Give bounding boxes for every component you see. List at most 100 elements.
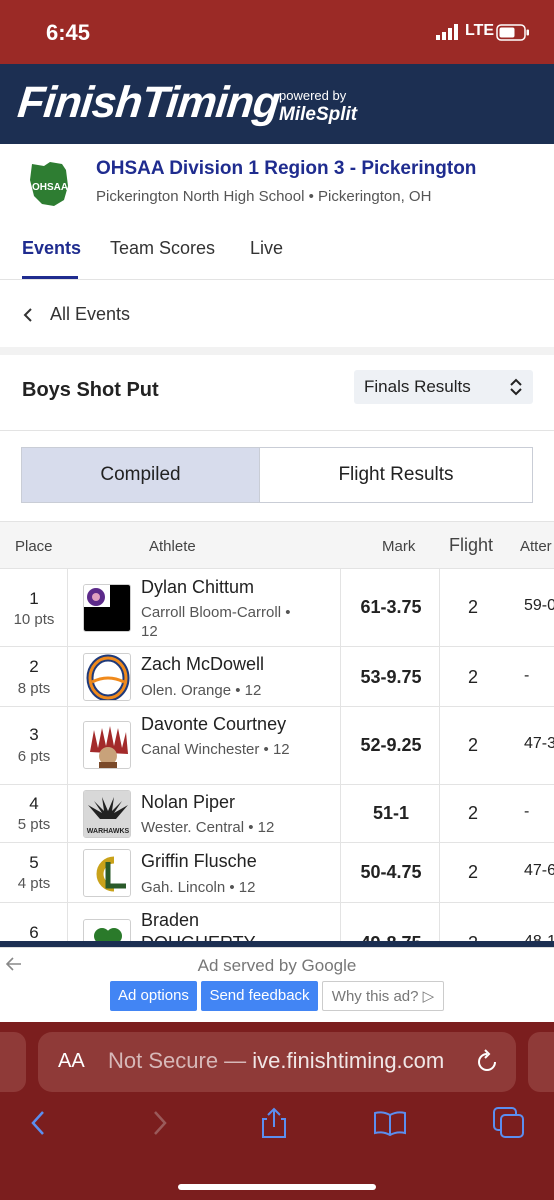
flight-results-button[interactable]: Flight Results xyxy=(259,448,532,502)
row-attempt: - xyxy=(524,803,530,820)
athlete-name[interactable]: Dylan Chittum xyxy=(141,577,254,598)
compiled-button[interactable]: Compiled xyxy=(22,448,259,502)
round-select[interactable]: Finals Results xyxy=(354,370,533,404)
event-name: Boys Shot Put xyxy=(22,379,159,401)
header-place[interactable]: Place xyxy=(15,538,53,555)
olentangy-orange-logo-icon xyxy=(86,654,130,700)
team-logo xyxy=(83,653,131,701)
battery-icon xyxy=(496,24,529,41)
adchoices-icon: ▷ xyxy=(422,988,435,1005)
place-cell: 4 5 pts xyxy=(0,785,68,842)
team-logo xyxy=(83,919,131,941)
tab-team-scores[interactable]: Team Scores xyxy=(110,238,215,259)
signal-icon xyxy=(436,24,458,40)
place-cell: 2 8 pts xyxy=(0,647,68,706)
row-mark: 52-9.25 xyxy=(360,735,422,755)
row-flight: 2 xyxy=(467,803,478,823)
table-row[interactable]: 1 10 pts Dylan Chittum Carroll Bloom-Car… xyxy=(0,569,554,647)
mark-cell: 61-3.75 xyxy=(340,569,440,646)
athlete-name[interactable]: Nolan Piper xyxy=(141,792,235,813)
row-attempt: - xyxy=(524,667,530,684)
header-flight[interactable]: Flight xyxy=(449,535,493,556)
results-table: Place Athlete Mark Flight Atter 1 10 pts xyxy=(0,521,554,941)
table-row[interactable]: 3 6 pts Davonte Courtney Canal Wincheste… xyxy=(0,707,554,785)
row-place: 2 xyxy=(29,657,39,676)
row-place: 4 xyxy=(29,794,39,813)
tab-events[interactable]: Events xyxy=(22,238,81,259)
place-cell: 6 xyxy=(0,903,68,941)
row-mark: 53-9.75 xyxy=(360,667,422,687)
forward-icon[interactable] xyxy=(142,1106,176,1140)
next-tab-peek[interactable] xyxy=(528,1032,554,1092)
athlete-team: Carroll Bloom-Carroll • 12 xyxy=(141,604,291,640)
why-this-ad-button[interactable]: Why this ad? ▷ xyxy=(322,981,444,1011)
header-athlete[interactable]: Athlete xyxy=(149,538,196,555)
place-cell: 5 4 pts xyxy=(0,843,68,902)
row-flight: 2 xyxy=(467,667,478,687)
meet-title[interactable]: OHSAA Division 1 Region 3 - Pickerington xyxy=(96,158,476,180)
table-row[interactable]: 4 5 pts WARHAWKS Nolan Piper Wester. Cen… xyxy=(0,785,554,843)
reader-options-button[interactable]: AA xyxy=(58,1050,85,1073)
athlete-name[interactable]: Zach McDowell xyxy=(141,654,264,675)
all-events-label: All Events xyxy=(50,304,131,324)
mark-cell: 52-9.25 xyxy=(340,707,440,784)
share-icon[interactable] xyxy=(257,1106,291,1140)
ohsaa-logo: OHSAA xyxy=(30,162,68,206)
bloom-carroll-logo-icon xyxy=(84,585,130,631)
row-attempt: 59-0 xyxy=(524,597,554,614)
row-mark: 51-1 xyxy=(372,803,410,823)
athlete-team: Olen. Orange • 12 xyxy=(141,682,262,699)
prev-tab-peek[interactable] xyxy=(0,1032,26,1092)
ad-options-button[interactable]: Ad options xyxy=(110,981,197,1011)
row-mark: 50-4.75 xyxy=(360,862,422,882)
chevron-left-icon xyxy=(23,308,32,322)
back-icon[interactable] xyxy=(22,1106,56,1140)
table-row[interactable]: 2 8 pts Zach McDowell Olen. Orange • 12 … xyxy=(0,647,554,707)
athlete-name-line2[interactable]: DOUGHERTY xyxy=(141,933,256,941)
team-logo xyxy=(83,584,131,632)
network-label: LTE xyxy=(465,22,495,39)
place-cell: 3 6 pts xyxy=(0,707,68,784)
why-this-ad-label: Why this ad? xyxy=(331,988,419,1005)
mark-cell: 49-8.75 xyxy=(340,903,440,941)
table-row[interactable]: 5 4 pts Griffin Flusche Gah. Lincoln • 1… xyxy=(0,843,554,903)
home-indicator xyxy=(178,1184,376,1190)
row-attempt: 47-6 xyxy=(524,862,554,879)
view-toggle: Compiled Flight Results xyxy=(21,447,533,503)
all-events-link[interactable]: All Events xyxy=(0,281,554,347)
row-attempt: 48-1 xyxy=(524,933,554,941)
milesplit-logo[interactable]: MileSplit xyxy=(279,104,357,126)
athlete-team: Wester. Central • 12 xyxy=(141,819,275,836)
send-feedback-button[interactable]: Send feedback xyxy=(201,981,318,1011)
row-place: 5 xyxy=(29,853,39,872)
row-place: 3 xyxy=(29,725,39,744)
header-attempts[interactable]: Atter xyxy=(520,538,552,555)
address-bar[interactable]: AA Not Secure — ive.finishtiming.com xyxy=(38,1032,516,1092)
athlete-team: Canal Winchester • 12 xyxy=(141,741,290,758)
mark-cell: 51-1 xyxy=(340,785,440,842)
place-cell: 1 10 pts xyxy=(0,569,68,646)
not-secure-label: Not Secure — xyxy=(108,1048,253,1073)
header-mark[interactable]: Mark xyxy=(382,538,415,555)
meet-header: OHSAA OHSAA Division 1 Region 3 - Picker… xyxy=(0,144,554,220)
team-logo: WARHAWKS xyxy=(83,790,131,838)
powered-by-label: powered by xyxy=(279,88,347,103)
reload-icon[interactable] xyxy=(474,1048,500,1076)
browser-chrome: AA Not Secure — ive.finishtiming.com xyxy=(0,1022,554,1200)
brand-header: FinishTiming powered by MileSplit xyxy=(0,64,554,144)
bookmarks-icon[interactable] xyxy=(373,1106,407,1140)
athlete-name[interactable]: Davonte Courtney xyxy=(141,714,286,735)
athlete-name[interactable]: Griffin Flusche xyxy=(141,851,257,872)
active-tab-indicator xyxy=(22,276,78,279)
row-points: 6 pts xyxy=(17,748,51,765)
row-place: 1 xyxy=(29,589,39,608)
round-select-value: Finals Results xyxy=(364,377,471,396)
google-ad-panel: Ad served by Google Ad options Send feed… xyxy=(0,947,554,1022)
tab-live[interactable]: Live xyxy=(250,238,283,259)
tabs-icon[interactable] xyxy=(492,1106,526,1140)
row-flight: 2 xyxy=(467,597,478,617)
athlete-name[interactable]: Braden xyxy=(141,910,199,931)
ad-served-by: Ad served by Google xyxy=(197,956,357,975)
finishtiming-logo[interactable]: FinishTiming xyxy=(15,78,281,128)
table-row[interactable]: 6 Braden DOUGHERTY 49-8.75 2 48-1 xyxy=(0,903,554,941)
